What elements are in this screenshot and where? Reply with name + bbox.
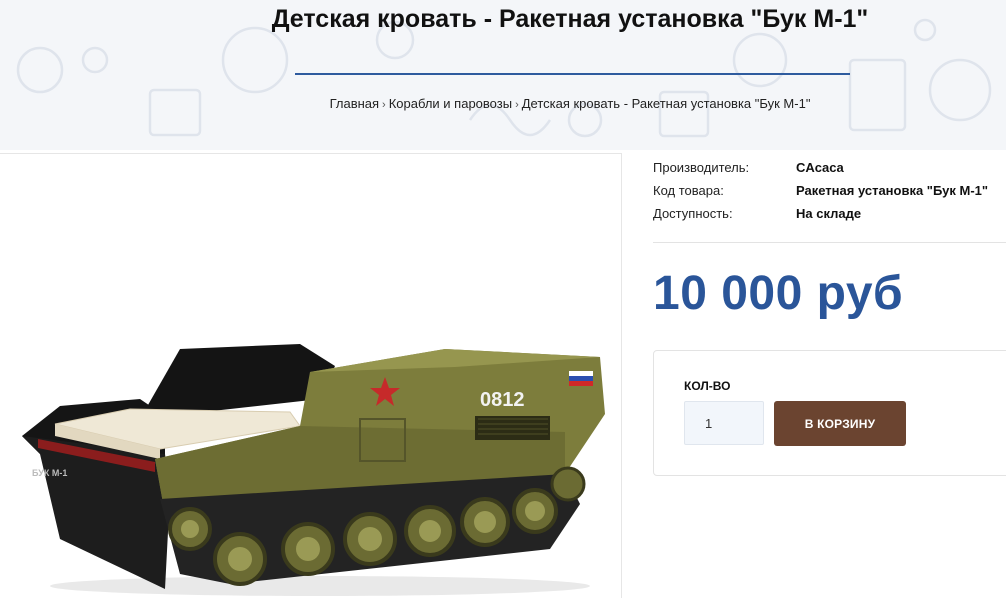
product-image[interactable]: 0812 БУК М-1 (0, 154, 622, 598)
quantity-label: КОЛ-ВО (684, 379, 731, 393)
tank-side-label: БУК М-1 (32, 468, 67, 478)
breadcrumb: Главная › Корабли и паровозы › Детская крова… (270, 96, 870, 111)
breadcrumb-home[interactable]: Главная (330, 96, 379, 111)
title-underline (295, 73, 850, 75)
breadcrumb-current: Детская кровать - Ракетная установка "Бу… (521, 96, 811, 111)
spec-row-availability: Доступность: На складе (653, 202, 1006, 225)
spec-label: Производитель: (653, 160, 750, 175)
breadcrumb-separator: › (515, 99, 519, 111)
breadcrumb-separator: › (382, 99, 386, 111)
product-price: 10 000 руб (653, 267, 904, 320)
spec-value[interactable]: CAcaca (796, 160, 844, 175)
product-image-container[interactable]: 0812 БУК М-1 (0, 153, 622, 598)
spec-label: Код товара: (653, 183, 724, 198)
spec-value: На складе (796, 206, 862, 221)
add-to-cart-button[interactable]: В КОРЗИНУ (774, 401, 906, 446)
spec-label: Доступность: (653, 206, 733, 221)
spec-row-manufacturer: Производитель: CAcaca (653, 156, 1006, 179)
specs-divider (653, 242, 1006, 243)
product-specs: Производитель: CAcaca Код товара: Ракетн… (653, 156, 1006, 225)
spec-row-code: Код товара: Ракетная установка "Бук М-1" (653, 179, 1006, 202)
page-title: Детская кровать - Ракетная установка "Бу… (271, 5, 869, 33)
quantity-input[interactable] (684, 401, 764, 445)
breadcrumb-category[interactable]: Корабли и паровозы (389, 96, 512, 111)
buy-box: КОЛ-ВО В КОРЗИНУ (653, 350, 1006, 476)
tank-number: 0812 (480, 389, 525, 411)
spec-value: Ракетная установка "Бук М-1" (796, 183, 989, 198)
